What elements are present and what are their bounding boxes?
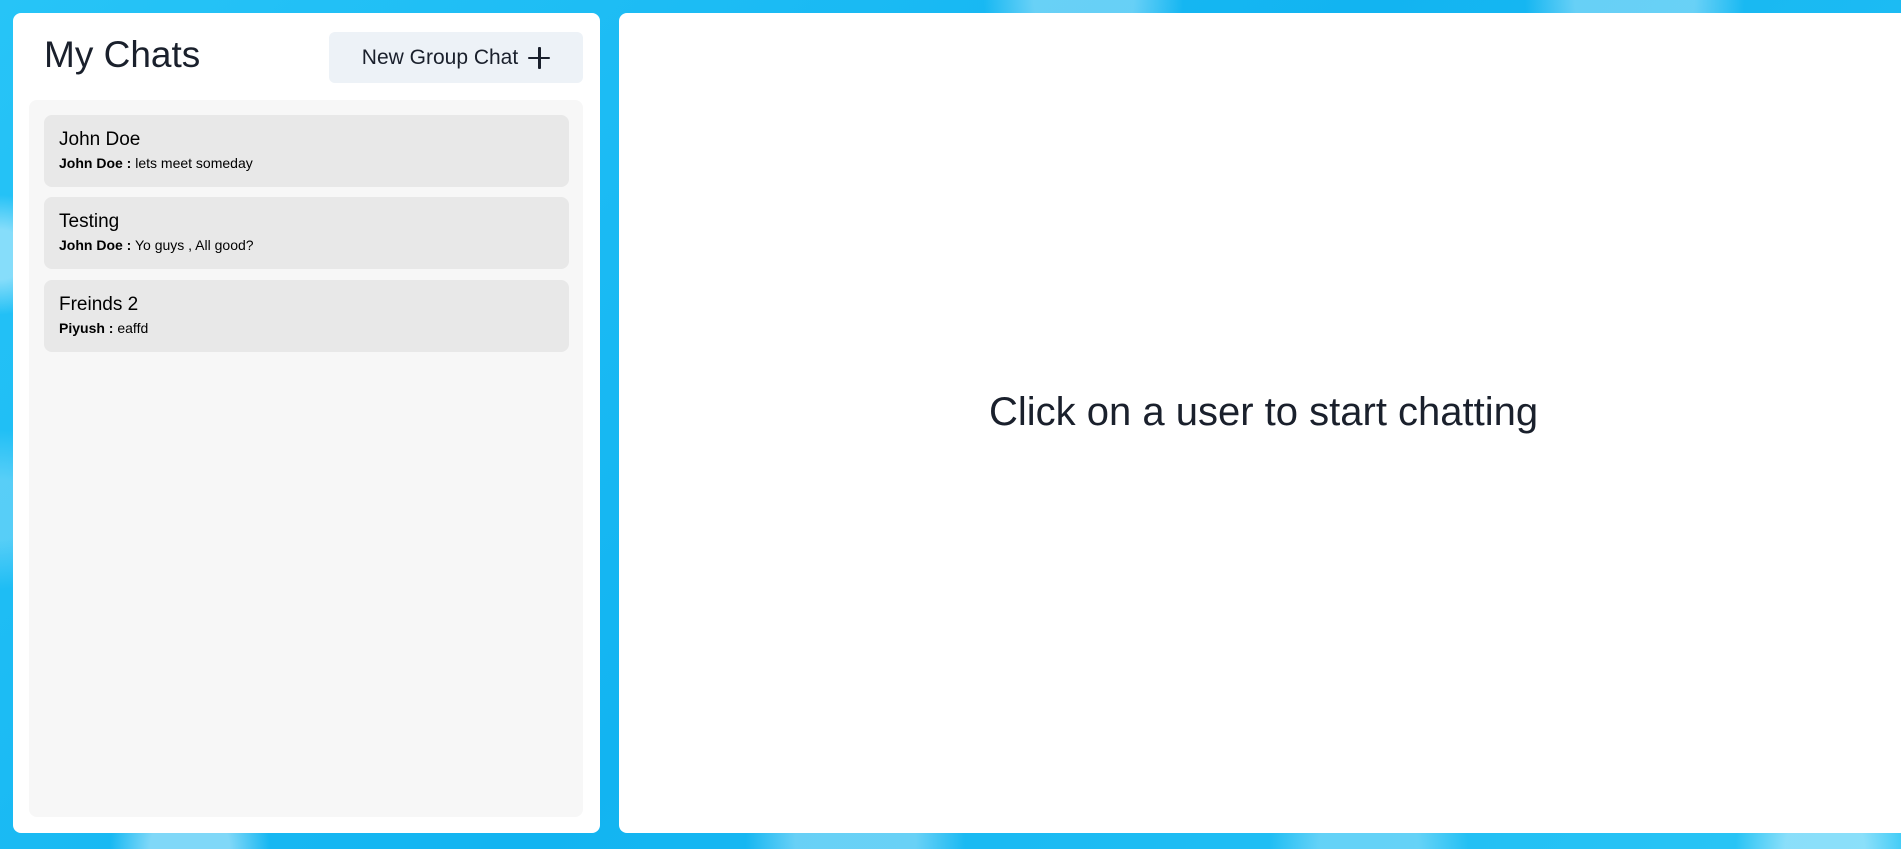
chat-window: Click on a user to start chatting — [619, 13, 1901, 833]
chat-preview: John Doe : lets meet someday — [59, 155, 554, 172]
chat-item-testing[interactable]: Testing John Doe : Yo guys , All good? — [44, 197, 569, 269]
chat-list: John Doe John Doe : lets meet someday Te… — [29, 100, 583, 817]
chat-preview: John Doe : Yo guys , All good? — [59, 237, 554, 254]
chat-item-freinds-2[interactable]: Freinds 2 Piyush : eaffd — [44, 280, 569, 352]
empty-chat-placeholder: Click on a user to start chatting — [989, 390, 1539, 434]
chat-sender: John Doe : — [59, 236, 132, 253]
new-group-chat-button[interactable]: New Group Chat — [329, 32, 583, 83]
chat-item-john-doe[interactable]: John Doe John Doe : lets meet someday — [44, 115, 569, 187]
my-chats-panel: My Chats New Group Chat John Doe John Do… — [13, 13, 600, 833]
chat-message: eaffd — [117, 319, 149, 336]
chat-sender: John Doe : — [59, 154, 132, 171]
chat-name: Freinds 2 — [59, 294, 139, 315]
chat-message: Yo guys , All good? — [134, 236, 254, 253]
chat-name: John Doe — [59, 129, 141, 150]
new-group-chat-label: New Group Chat — [361, 45, 519, 69]
panel-title: My Chats — [44, 34, 201, 75]
chat-preview: Piyush : eaffd — [59, 320, 554, 337]
chat-name: Testing — [59, 211, 120, 232]
chat-message: lets meet someday — [135, 154, 253, 171]
chat-sender: Piyush : — [59, 319, 114, 336]
plus-icon — [528, 46, 551, 69]
